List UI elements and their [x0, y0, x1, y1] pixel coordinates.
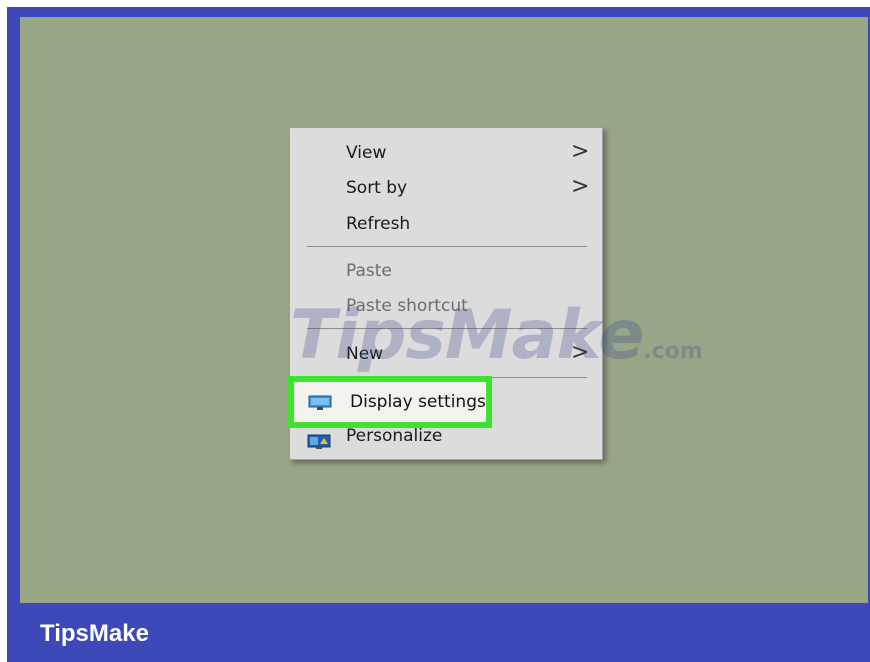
menu-item-paste[interactable]: Paste	[290, 255, 602, 287]
menu-item-label: Sort by	[346, 178, 408, 198]
menu-item-label: View	[346, 143, 387, 163]
menu-item-label: Refresh	[346, 214, 411, 234]
menu-item-display-settings[interactable]: Display settings	[288, 376, 492, 428]
menu-separator	[307, 328, 587, 329]
menu-item-new[interactable]: New >	[290, 338, 602, 370]
menu-item-label: Paste shortcut	[346, 296, 468, 316]
menu-item-sort-by[interactable]: Sort by >	[290, 172, 602, 204]
menu-item-paste-shortcut[interactable]: Paste shortcut	[290, 290, 602, 322]
menu-separator	[307, 246, 587, 247]
menu-item-refresh[interactable]: Refresh	[290, 208, 602, 240]
monitor-icon	[308, 395, 332, 411]
menu-item-label: Display settings	[350, 392, 486, 412]
personalize-icon	[307, 429, 331, 449]
chevron-right-icon: >	[571, 139, 590, 164]
menu-item-label: Paste	[346, 261, 392, 281]
footer-brand: TipsMake	[40, 620, 149, 647]
chevron-right-icon: >	[571, 174, 590, 199]
menu-item-view[interactable]: View >	[290, 137, 602, 169]
chevron-right-icon: >	[571, 340, 590, 365]
menu-item-label: New	[346, 344, 384, 364]
